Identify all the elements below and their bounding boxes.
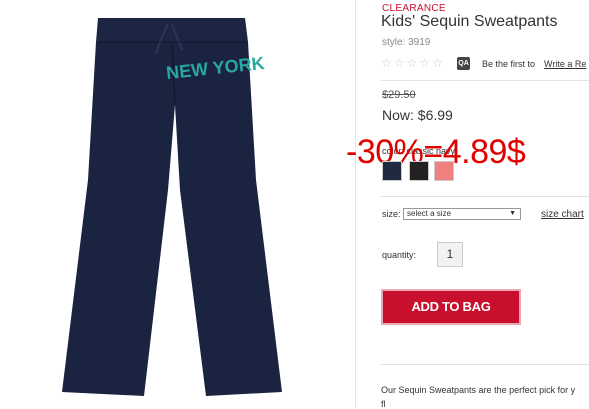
size-selected-value: select a size [407, 209, 452, 218]
chevron-down-icon: ▼ [509, 210, 516, 217]
swatch-color [383, 162, 401, 180]
qa-icon[interactable]: QA [457, 57, 470, 70]
swatch-navy[interactable] [382, 161, 402, 181]
product-description-continued: fl [381, 399, 386, 409]
size-select[interactable]: select a size ▼ [403, 208, 521, 220]
star-icon: ☆ [406, 56, 418, 70]
product-title: Kids' Sequin Sweatpants [381, 13, 558, 30]
product-description: Our Sequin Sweatpants are the perfect pi… [381, 385, 576, 395]
quantity-label: quantity: [382, 250, 417, 260]
divider [381, 364, 589, 365]
divider [355, 0, 356, 407]
star-icon: ☆ [381, 56, 392, 70]
swatch-black[interactable] [409, 161, 429, 181]
divider [381, 80, 589, 81]
sale-price: Now: $6.99 [382, 107, 453, 123]
swatch-pink[interactable] [434, 161, 454, 181]
rating-stars[interactable]: ☆ ☆ ☆ ☆ ☆ [381, 56, 443, 70]
original-price: $29.50 [382, 89, 416, 101]
divider [381, 196, 589, 197]
quantity-input[interactable]: 1 [437, 242, 463, 267]
write-review-link[interactable]: Write a Re [544, 59, 586, 69]
be-first-text: Be the first to [482, 59, 536, 69]
size-label: size: [382, 209, 401, 219]
product-image-frame: NEW YORK [0, 0, 349, 407]
product-style: style: 3919 [382, 37, 431, 48]
swatch-color [410, 162, 428, 180]
star-icon: ☆ [419, 56, 431, 70]
swatch-color [435, 162, 453, 180]
star-icon: ☆ [432, 56, 443, 70]
add-to-bag-button[interactable]: ADD TO BAG [381, 289, 521, 325]
star-icon: ☆ [393, 56, 405, 70]
product-image[interactable]: NEW YORK [0, 0, 349, 407]
size-chart-link[interactable]: size chart [541, 209, 584, 220]
